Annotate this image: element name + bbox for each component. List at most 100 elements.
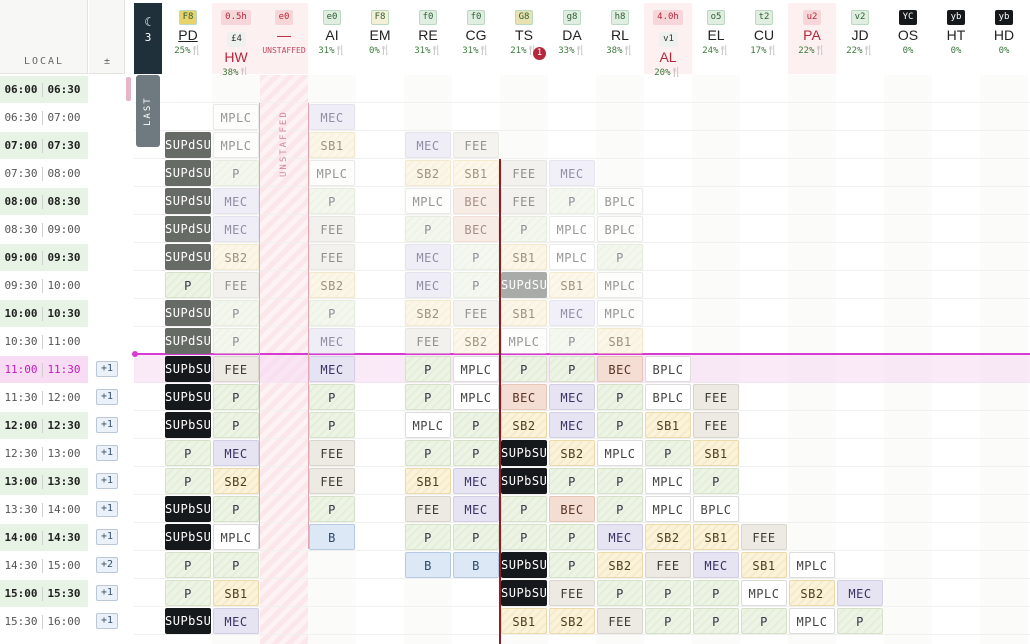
shift-chip-sb1[interactable]: SB1: [549, 272, 595, 298]
shift-chip-p[interactable]: P: [165, 552, 211, 578]
shift-chip-p[interactable]: P: [501, 496, 547, 522]
column-header-cu[interactable]: t2 CU 17%🍴: [740, 3, 788, 74]
shift-chip-p[interactable]: P: [645, 608, 691, 634]
shift-chip-mplc[interactable]: MPLC: [741, 580, 787, 606]
shift-chip-p[interactable]: P: [213, 552, 259, 578]
shift-chip-p[interactable]: P: [549, 188, 595, 214]
time-slot-row[interactable]: 11:30 12:00: [0, 384, 88, 411]
shift-chip-sup[interactable]: SUPdSUP: [165, 160, 219, 186]
shift-chip-bplc[interactable]: BPLC: [645, 356, 691, 382]
shift-chip-mplc[interactable]: MPLC: [549, 244, 595, 270]
shift-chip-p[interactable]: P: [453, 440, 499, 466]
shift-chip-sup[interactable]: SUPdSUP: [501, 272, 555, 298]
shift-chip-p[interactable]: P: [501, 216, 547, 242]
shift-chip-mec[interactable]: MEC: [405, 272, 451, 298]
shift-chip-p[interactable]: P: [597, 468, 643, 494]
shift-chip-mplc[interactable]: MPLC: [213, 524, 259, 550]
shift-chip-mplc[interactable]: MPLC: [645, 496, 691, 522]
coverage-delta-badge[interactable]: +1: [96, 445, 118, 461]
shift-chip-mec[interactable]: MEC: [549, 300, 595, 326]
shift-chip-p[interactable]: P: [309, 412, 355, 438]
shift-chip-mplc[interactable]: MPLC: [213, 132, 259, 158]
shift-chip-sb2[interactable]: SB2: [597, 552, 643, 578]
shift-chip-sup[interactable]: SUPbSUP: [165, 524, 219, 550]
shift-chip-fee[interactable]: FEE: [645, 552, 691, 578]
shift-chip-fee[interactable]: FEE: [405, 328, 451, 354]
shift-chip-sb1[interactable]: SB1: [597, 328, 643, 354]
shift-chip-p[interactable]: P: [405, 440, 451, 466]
column-header-da[interactable]: g8 DA 33%🍴: [548, 3, 596, 74]
shift-chip-mec[interactable]: MEC: [309, 356, 355, 382]
shift-chip-sb1[interactable]: SB1: [693, 440, 739, 466]
shift-chip-sup[interactable]: SUPbSUP: [501, 552, 555, 578]
shift-chip-mec[interactable]: MEC: [213, 440, 259, 466]
shift-chip-p[interactable]: P: [645, 580, 691, 606]
shift-chip-p[interactable]: P: [837, 608, 883, 634]
coverage-delta-badge[interactable]: +2: [96, 557, 118, 573]
shift-chip-sup[interactable]: SUPbSUP: [501, 468, 555, 494]
shift-chip-sup[interactable]: SUPbSUP: [165, 412, 219, 438]
column-header-ts[interactable]: G8 TS 21%🍴 1: [500, 3, 548, 74]
time-slot-row[interactable]: 06:00 06:30: [0, 76, 88, 103]
shift-chip-mplc[interactable]: MPLC: [453, 356, 499, 382]
shift-chip-mec[interactable]: MEC: [309, 328, 355, 354]
time-slot-row[interactable]: 13:30 14:00: [0, 496, 88, 523]
coverage-delta-badge[interactable]: +1: [96, 501, 118, 517]
shift-chip-mec[interactable]: MEC: [309, 104, 355, 130]
shift-chip-mplc[interactable]: MPLC: [597, 272, 643, 298]
shift-chip-p[interactable]: P: [309, 384, 355, 410]
coverage-delta-badge[interactable]: +1: [96, 585, 118, 601]
shift-chip-p[interactable]: P: [693, 580, 739, 606]
shift-chip-p[interactable]: P: [309, 300, 355, 326]
shift-chip-p[interactable]: P: [549, 468, 595, 494]
time-slot-row[interactable]: 06:30 07:00: [0, 104, 88, 131]
shift-chip-sb2[interactable]: SB2: [789, 580, 835, 606]
shift-chip-p[interactable]: P: [213, 384, 259, 410]
shift-chip-p[interactable]: P: [693, 608, 739, 634]
column-header-hw[interactable]: 0.5h£4 HW 38%🍴: [212, 3, 260, 78]
shift-chip-sb1[interactable]: SB1: [213, 580, 259, 606]
shift-chip-p[interactable]: P: [213, 328, 259, 354]
shift-chip-bplc[interactable]: BPLC: [597, 188, 643, 214]
shift-chip-p[interactable]: P: [165, 440, 211, 466]
coverage-delta-badge[interactable]: +1: [96, 473, 118, 489]
shift-chip-bec[interactable]: BEC: [549, 496, 595, 522]
shift-chip-sb1[interactable]: SB1: [693, 524, 739, 550]
shift-chip-p[interactable]: P: [597, 496, 643, 522]
shift-chip-p[interactable]: P: [549, 356, 595, 382]
time-slot-row[interactable]: 07:30 08:00: [0, 160, 88, 187]
shift-chip-p[interactable]: P: [165, 272, 211, 298]
shift-chip-p[interactable]: P: [597, 384, 643, 410]
shift-chip-bplc[interactable]: BPLC: [597, 216, 643, 242]
shift-chip-mec[interactable]: MEC: [597, 524, 643, 550]
shift-chip-sb2[interactable]: SB2: [453, 328, 499, 354]
shift-chip-sb1[interactable]: SB1: [501, 244, 547, 270]
shift-chip-fee[interactable]: FEE: [309, 468, 355, 494]
column-header-re[interactable]: f0 RE 31%🍴: [404, 3, 452, 74]
coverage-delta-badge[interactable]: +1: [96, 529, 118, 545]
shift-chip-p[interactable]: P: [213, 496, 259, 522]
shift-chip-fee[interactable]: FEE: [405, 496, 451, 522]
shift-chip-sb2[interactable]: SB2: [213, 468, 259, 494]
coverage-delta-badge[interactable]: +1: [96, 417, 118, 433]
shift-chip-mplc[interactable]: MPLC: [213, 104, 259, 130]
shift-chip-p[interactable]: P: [501, 356, 547, 382]
shift-chip-fee[interactable]: FEE: [597, 608, 643, 634]
shift-chip-bec[interactable]: BEC: [453, 188, 499, 214]
shift-chip-p[interactable]: P: [405, 216, 451, 242]
shift-chip-sup[interactable]: SUPdSUP: [165, 300, 219, 326]
shift-chip-b[interactable]: B: [309, 524, 355, 550]
shift-chip-sb1[interactable]: SB1: [453, 160, 499, 186]
shift-chip-sb2[interactable]: SB2: [501, 412, 547, 438]
shift-chip-bec[interactable]: BEC: [453, 216, 499, 242]
shift-chip-p[interactable]: P: [405, 524, 451, 550]
shift-chip-mec[interactable]: MEC: [549, 160, 595, 186]
shift-chip-sup[interactable]: SUPbSUP: [165, 496, 219, 522]
shift-chip-fee[interactable]: FEE: [549, 580, 595, 606]
shift-chip-p[interactable]: P: [453, 412, 499, 438]
time-slot-row[interactable]: 11:00 11:30: [0, 356, 88, 383]
shift-chip-p[interactable]: P: [453, 244, 499, 270]
shift-chip-sb2[interactable]: SB2: [405, 160, 451, 186]
shift-chip-p[interactable]: P: [165, 580, 211, 606]
shift-chip-b[interactable]: B: [453, 552, 499, 578]
